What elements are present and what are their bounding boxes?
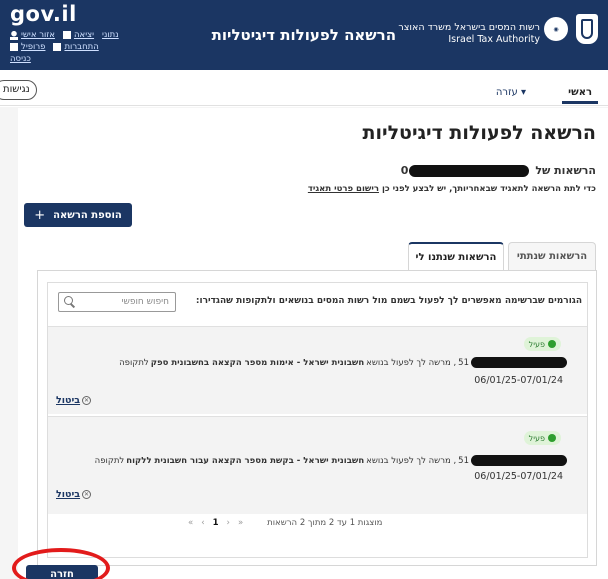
permission-dates: 06/01/25-07/01/24 — [474, 375, 563, 386]
person-icon — [10, 30, 18, 40]
profile-icon — [10, 43, 18, 51]
login-label[interactable]: התחברות — [64, 42, 98, 52]
redacted-block — [471, 455, 567, 466]
redacted-block — [409, 164, 530, 177]
main-nav: ראשי עזרה ▾ נגישות — [0, 78, 608, 106]
permission-text-after: לתקופה — [119, 357, 149, 368]
permissions-of-line: הרשאות של 0 — [401, 164, 596, 177]
first-page-button[interactable]: « — [188, 518, 193, 528]
logout-icon — [62, 31, 71, 39]
profile-link[interactable]: פרופיל — [10, 42, 45, 52]
status-badge: פעיל — [523, 431, 561, 445]
enter-link[interactable]: כניסה — [10, 54, 31, 64]
login-icon — [53, 43, 62, 51]
pagination: « ‹ 1 › » מוצגות 1 עד 2 מתוך 2 הרשאות — [188, 518, 382, 528]
personal-area-link[interactable]: אזור אישי — [10, 30, 55, 40]
page-title: הרשאה לפעולות דיגיטליות — [362, 122, 596, 144]
nav-home[interactable]: ראשי — [562, 82, 598, 104]
cancel-label[interactable]: ביטול — [56, 489, 80, 500]
check-circle-icon — [548, 340, 556, 348]
pagination-summary: מוצגות 1 עד 2 מתוך 2 הרשאות — [267, 518, 383, 528]
my-data-link[interactable]: נתוני — [102, 30, 119, 40]
accessibility-button[interactable]: נגישות — [0, 80, 37, 100]
permission-text-before: , מרשה לך לפעול בנושא — [366, 455, 457, 466]
add-permission-label: הוספת הרשאה — [53, 209, 122, 221]
notice-text: כדי לתת הרשאה לתאגיד שבאחריותך, יש לבצע … — [381, 184, 596, 194]
tax-authority-name: רשות המסים בישראל משרד האוצר Israel Tax … — [398, 22, 540, 46]
permission-topic: חשבונית ישראל - בקשת מספר הקצאה עבור חשב… — [126, 455, 365, 466]
cancel-label[interactable]: ביטול — [56, 395, 80, 406]
my-data-label[interactable]: נתוני — [102, 30, 119, 40]
corporation-notice: כדי לתת הרשאה לתאגיד שבאחריותך, יש לבצע … — [308, 184, 596, 194]
tax-authority-seal-icon: ◉ — [544, 17, 568, 41]
cancel-permission-button[interactable]: ביטול ✕ — [56, 489, 92, 500]
permission-text: 51 , מרשה לך לפעול בנושא חשבונית ישראל -… — [95, 455, 567, 466]
search-input[interactable]: חיפוש חופשי — [58, 292, 176, 312]
current-page[interactable]: 1 — [213, 518, 219, 528]
permission-text: 51 , מרשה לך לפעול בנושא חשבונית ישראל -… — [119, 357, 567, 368]
profile-label[interactable]: פרופיל — [21, 42, 45, 52]
register-corporation-link[interactable]: רישום פרטי תאגיד — [308, 184, 379, 194]
cancel-permission-button[interactable]: ביטול ✕ — [56, 395, 92, 406]
permission-text-after: לתקופה — [94, 455, 125, 466]
permission-number: 51 — [458, 357, 469, 368]
redacted-block — [471, 357, 567, 368]
status-label: פעיל — [528, 339, 545, 349]
status-label: פעיל — [528, 433, 545, 443]
tab-received-permissions[interactable]: הרשאות שנתנו לי — [408, 242, 504, 270]
search-icon[interactable] — [64, 296, 73, 305]
close-circle-icon: ✕ — [82, 396, 92, 405]
last-page-button[interactable]: » — [238, 518, 243, 528]
top-header: gov.il אזור אישי יציאה נתוני פרופיל התחב… — [0, 0, 608, 70]
permission-topic: חשבונית ישראל - אימות מספר הקצאה בחשבוני… — [150, 357, 365, 368]
close-circle-icon: ✕ — [82, 490, 92, 499]
authority-english: Israel Tax Authority — [448, 34, 540, 45]
prev-page-button[interactable]: ‹ — [201, 518, 204, 528]
personal-area-label[interactable]: אזור אישי — [21, 30, 55, 40]
check-circle-icon — [548, 434, 556, 442]
list-item: פעיל 51 , מרשה לך לפעול בנושא חשבונית יש… — [48, 326, 587, 414]
permissions-of-label: הרשאות של — [535, 164, 596, 177]
login-link[interactable]: התחברות — [53, 42, 99, 52]
permissions-of-value: 0 — [400, 164, 409, 177]
gov-il-logo[interactable]: gov.il — [10, 2, 77, 26]
logout-link[interactable]: יציאה — [62, 30, 94, 40]
logout-label[interactable]: יציאה — [74, 30, 94, 40]
panel-description: הגורמים שברשימה מאפשרים לך לפעול בשמם מו… — [195, 296, 582, 306]
next-page-button[interactable]: › — [227, 518, 230, 528]
site-title: הרשאה לפעולות דיגיטליות — [211, 26, 396, 44]
permission-number: 51 — [458, 455, 469, 466]
user-links: אזור אישי יציאה נתוני פרופיל התחברות כני… — [10, 30, 119, 66]
status-badge: פעיל — [523, 337, 561, 351]
tab-given-permissions[interactable]: הרשאות שנתתי — [508, 242, 596, 270]
state-emblem-icon — [576, 14, 598, 44]
authority-hebrew: רשות המסים בישראל משרד האוצר — [398, 22, 540, 33]
permission-dates: 06/01/25-07/01/24 — [474, 471, 563, 482]
permission-text-before: , מרשה לך לפעול בנושא — [366, 357, 457, 368]
plus-icon: + — [34, 207, 46, 223]
list-item: פעיל 51 , מרשה לך לפעול בנושא חשבונית יש… — [48, 416, 587, 514]
add-permission-button[interactable]: + הוספת הרשאה — [24, 203, 132, 227]
nav-help-dropdown[interactable]: עזרה ▾ — [496, 82, 526, 104]
